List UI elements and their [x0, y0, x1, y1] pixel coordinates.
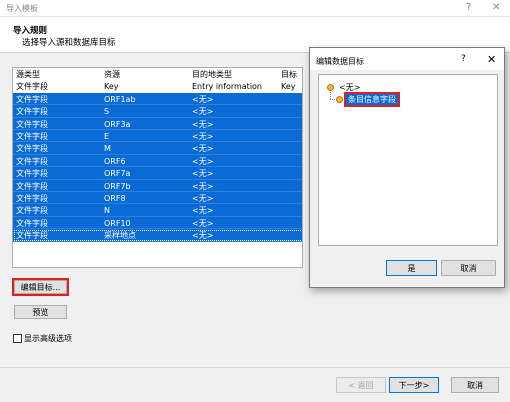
dialog-ok-button[interactable]: 是 [386, 260, 437, 276]
table-row[interactable]: 文件字段 S <无> [13, 105, 302, 118]
cell-source-type: 文件字段 [16, 156, 48, 166]
footer-divider [0, 367, 510, 368]
dialog-cancel-button[interactable]: 取消 [441, 260, 496, 276]
column-header-destination-type[interactable]: 目的地类型 [192, 69, 276, 80]
field-node-icon [336, 96, 343, 103]
cell-source-type: 文件字段 [16, 82, 48, 92]
back-button[interactable]: < 返回 [336, 377, 386, 393]
column-header-source-type[interactable]: 源类型 [16, 69, 100, 80]
tree-node-label: 条目信息字段 [346, 94, 398, 105]
cell-destination-type: <无> [192, 181, 214, 191]
field-node-icon [327, 84, 334, 91]
mapping-grid[interactable]: 源类型 资源 目的地类型 目标 文件字段 Key Entry informati… [12, 67, 303, 268]
cell-resource: N [104, 206, 110, 216]
close-icon[interactable]: ✕ [492, 2, 500, 13]
cell-destination-type: <无> [192, 119, 214, 129]
next-button[interactable]: 下一步> [389, 377, 439, 393]
window-title-bar: 导入模板 ? ✕ [0, 0, 510, 17]
cell-resource: ORF7a [104, 169, 131, 179]
cell-source-type: 文件字段 [16, 169, 48, 179]
cell-destination-type: <无> [192, 169, 214, 179]
cell-source-type: 文件字段 [16, 194, 48, 203]
cell-destination-type: <无> [192, 107, 214, 117]
cell-destination-type: <无> [192, 144, 214, 154]
cell-destination-type: <无> [192, 218, 214, 228]
cell-destination-type: <无> [192, 194, 214, 203]
cell-resource: M [104, 144, 111, 154]
cell-resource: E [104, 132, 110, 141]
cell-target: Key [281, 82, 296, 92]
grid-column-headers: 源类型 资源 目的地类型 目标 [13, 68, 302, 81]
page-title: 导入规则 [13, 26, 48, 36]
cell-resource: ORF10 [104, 218, 131, 228]
table-row[interactable]: 文件字段 ORF7b <无> [13, 179, 302, 192]
edit-target-button[interactable]: 编辑目标... [14, 280, 67, 294]
dialog-close-icon[interactable]: ✕ [487, 53, 496, 66]
cell-destination-type: <无> [192, 231, 214, 241]
cell-resource: ORF8 [104, 194, 126, 203]
dialog-title-bar: 编辑数据目标 ? ✕ [310, 48, 504, 70]
page-subtitle: 选择导入源和数据库目标 [22, 38, 116, 48]
cell-source-type: 文件字段 [16, 119, 48, 129]
edit-data-target-dialog: 编辑数据目标 ? ✕ <无> 条目信息字段 是 取消 [309, 47, 505, 288]
cell-destination-type: <无> [192, 156, 214, 166]
show-advanced-label: 显示高级选项 [24, 334, 72, 343]
cell-resource: ORF6 [104, 156, 126, 166]
cell-source-type: 文件字段 [16, 206, 48, 216]
cell-destination-type: <无> [192, 94, 214, 104]
preview-button[interactable]: 预览 [14, 305, 67, 319]
table-row[interactable]: 文件字段 E <无> [13, 130, 302, 143]
table-row[interactable]: 文件字段 M <无> [13, 142, 302, 155]
cell-destination-type: <无> [192, 206, 214, 216]
column-header-resource[interactable]: 资源 [104, 69, 188, 80]
table-row[interactable]: 文件字段 ORF7a <无> [13, 167, 302, 180]
table-row[interactable]: 文件字段 ORF6 <无> [13, 154, 302, 168]
cell-resource: S [104, 107, 110, 117]
table-row[interactable]: 文件字段 ORF3a <无> [13, 117, 302, 130]
show-advanced-checkbox[interactable] [13, 334, 22, 343]
cell-source-type: 文件字段 [16, 132, 48, 141]
table-row[interactable]: 文件字段 Key Entry information Key [13, 80, 302, 92]
window-title: 导入模板 [6, 4, 38, 13]
dialog-title: 编辑数据目标 [316, 57, 364, 66]
cell-resource: Key [104, 82, 119, 92]
cell-resource: ORF1ab [104, 94, 136, 104]
table-row[interactable]: 文件字段 ORF1ab <无> [13, 92, 302, 106]
target-tree[interactable]: <无> 条目信息字段 [318, 74, 498, 246]
cancel-button[interactable]: 取消 [451, 377, 499, 393]
cell-resource: ORF3a [104, 119, 131, 129]
cell-source-type: 文件字段 [16, 144, 48, 154]
tree-node-label: <无> [339, 83, 361, 92]
cell-source-type: 文件字段 [16, 181, 48, 191]
cell-resource: 采样地点 [104, 231, 136, 241]
help-icon[interactable]: ? [466, 2, 471, 13]
cell-destination-type: Entry information [192, 82, 262, 92]
cell-source-type: 文件字段 [16, 107, 48, 117]
cell-source-type: 文件字段 [16, 218, 48, 228]
table-row[interactable]: 文件字段 采样地点 <无> [13, 229, 302, 242]
cell-source-type: 文件字段 [16, 231, 48, 241]
table-row[interactable]: 文件字段 ORF10 <无> [13, 216, 302, 230]
cell-source-type: 文件字段 [16, 94, 48, 104]
cell-resource: ORF7b [104, 181, 131, 191]
column-header-target[interactable]: 目标 [281, 69, 302, 80]
table-row[interactable]: 文件字段 ORF8 <无> [13, 192, 302, 205]
cell-destination-type: <无> [192, 132, 214, 141]
dialog-help-icon[interactable]: ? [461, 54, 466, 64]
table-row[interactable]: 文件字段 N <无> [13, 204, 302, 217]
